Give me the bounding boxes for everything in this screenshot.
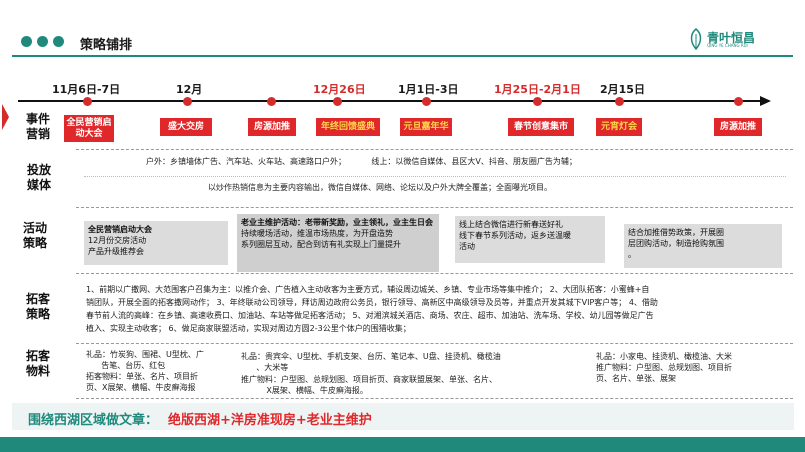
timeline-tick-8 bbox=[734, 97, 743, 106]
expansion-line-1: 1、前期以广撒网、大范围客户召集为主：以推介会、广告植入主动收客为主要方式，辅设… bbox=[86, 285, 650, 294]
summary-prefix: 围绕西湖区域做文章： bbox=[28, 413, 159, 428]
footer-bar bbox=[0, 437, 805, 452]
row-label-media: 投放媒体 bbox=[26, 163, 51, 192]
date-jan25: 1月25日-2月1日 bbox=[494, 83, 581, 96]
activity-box-spring-line-2: 线下春节系列活动，返乡送温暖 bbox=[459, 231, 571, 240]
expansion-line-2: 销团队，开展全面的拓客撒网动作； 3、年终联动公司领导，拜访周边政府公务员，银行… bbox=[86, 298, 658, 307]
divider-3 bbox=[76, 273, 793, 274]
activity-box-owner-title: 老业主维护活动：老带新奖励，业主领礼，业主生日会 bbox=[241, 218, 433, 227]
date-dec: 12月 bbox=[176, 83, 203, 96]
media-line-divider bbox=[84, 176, 786, 177]
summary-highlight: 绝版西湖+洋房准现房+老业主维护 bbox=[168, 413, 372, 428]
summary-banner: 围绕西湖区域做文章： 绝版西湖+洋房准现房+老业主维护 bbox=[12, 403, 794, 430]
row-label-activity: 活动策略 bbox=[22, 221, 47, 250]
date-feb15: 2月15日 bbox=[600, 83, 645, 96]
timeline-tick-6 bbox=[533, 97, 542, 106]
timeline-tick-5 bbox=[422, 97, 431, 106]
materials-col-1-line-1: 礼品：竹炭狗、围裙、U型枕、广 bbox=[86, 350, 204, 359]
activity-box-launch-title: 全民营销启动大会 bbox=[88, 225, 152, 234]
event-launch-meeting: 全民营销启动大会 bbox=[64, 115, 114, 142]
divider-4 bbox=[76, 343, 793, 344]
date-nov: 11月6日-7日 bbox=[52, 83, 121, 96]
date-jan1: 1月1日-3日 bbox=[398, 83, 459, 96]
divider-1 bbox=[76, 149, 793, 150]
activity-box-owner-line-1: 持续暖场活动，维温市场热度，为开盘造势 bbox=[241, 229, 393, 238]
timeline-tick-2 bbox=[183, 97, 192, 106]
row-label-materials: 拓客物料 bbox=[25, 349, 50, 378]
chevron-right-icon bbox=[2, 104, 9, 130]
timeline-tick-4 bbox=[333, 97, 342, 106]
activity-box-group-buy: 结合加推借势政策，开展圈 层团购活动，制造抢购氛围 。 bbox=[624, 224, 782, 268]
media-line-1: 户外：乡镇墙体广告、汽车站、火车站、高速路口户外； 线上：以微信自媒体、县区大V… bbox=[146, 157, 577, 166]
media-line-2: 以炒作热销信息为主要内容输出，微信自媒体、网络、论坛以及户外大牌全覆盖；全面曝光… bbox=[208, 183, 552, 192]
materials-col-2-line-1: 礼品：贵宾伞、U型枕、手机支架、台历、笔记本、U盘、挂烫机、橄榄油 bbox=[241, 352, 501, 361]
materials-col-2-line-2: 、大米等 bbox=[241, 363, 289, 372]
materials-col-3-line-3: 页、名片、单张、展架 bbox=[596, 374, 676, 383]
timeline-axis bbox=[18, 100, 762, 102]
activity-box-group-buy-line-3: 。 bbox=[628, 250, 636, 259]
row-label-expansion: 拓客策略 bbox=[25, 292, 50, 321]
header-dot-3 bbox=[53, 36, 64, 47]
leaf-icon bbox=[690, 28, 702, 50]
logo: 青叶恒昌 QING YE CHANG RUI bbox=[688, 26, 798, 52]
expansion-line-3: 春节前人流的高峰：在乡镇、高速收费口、加油站、车站等做足拓客活动； 5、对湘滨城… bbox=[86, 311, 654, 320]
timeline-tick-3 bbox=[267, 97, 276, 106]
activity-box-spring: 线上结合微信进行新春送好礼 线下春节系列活动，返乡送温暖 活动 bbox=[455, 216, 605, 263]
activity-box-launch: 全民营销启动大会 12月份交房活动 产品升级推荐会 bbox=[84, 221, 228, 265]
page-title: 策略铺排 bbox=[80, 38, 133, 53]
event-lantern: 元宵灯会 bbox=[596, 118, 642, 136]
activity-box-launch-line-2: 产品升级推荐会 bbox=[88, 247, 144, 256]
header-dot-2 bbox=[37, 36, 48, 47]
activity-box-owner: 老业主维护活动：老带新奖励，业主领礼，业主生日会 持续暖场活动，维温市场热度，为… bbox=[237, 214, 439, 272]
row-label-event-marketing: 事件营销 bbox=[25, 112, 50, 141]
activity-box-spring-line-1: 线上结合微信进行新春送好礼 bbox=[459, 220, 563, 229]
timeline-tick-1 bbox=[83, 97, 92, 106]
event-handover: 盛大交房 bbox=[160, 118, 212, 136]
header-divider bbox=[12, 55, 793, 57]
materials-col-1-line-4: 页、X展架、横幅、牛皮癣海报 bbox=[86, 383, 196, 392]
event-spring-market: 春节创意集市 bbox=[508, 118, 574, 136]
date-dec26: 12月26日 bbox=[313, 83, 366, 96]
materials-col-2-line-4: X展架、横幅、牛皮癣海报。 bbox=[241, 386, 368, 395]
materials-col-3-line-1: 礼品：小家电、挂烫机、橄榄油、大米 bbox=[596, 352, 732, 361]
arrow-right-icon bbox=[760, 96, 771, 106]
event-year-end: 年终回馈盛典 bbox=[316, 118, 380, 136]
activity-box-group-buy-line-1: 结合加推借势政策，开展圈 bbox=[628, 228, 724, 237]
event-release-2: 房源加推 bbox=[714, 118, 762, 136]
activity-box-spring-line-3: 活动 bbox=[459, 242, 475, 251]
activity-box-owner-line-2: 系列圈层互动，配合到访有礼实现上门量提升 bbox=[241, 240, 401, 249]
timeline-tick-7 bbox=[615, 97, 624, 106]
materials-col-1-line-3: 拓客物料：单张、名片、项目折 bbox=[86, 372, 198, 381]
materials-col-3-line-2: 推广物料：户型图、总规划图、项目折 bbox=[596, 363, 732, 372]
divider-5 bbox=[76, 398, 793, 399]
event-release-1: 房源加推 bbox=[248, 118, 296, 136]
expansion-line-4: 植入、实现主动收客； 6、做足商家联盟活动，实现对周边方圆2-3公里个体户的围猎… bbox=[86, 324, 411, 333]
materials-col-1-line-2: 告笔、台历、红包 bbox=[86, 361, 166, 370]
divider-2 bbox=[76, 207, 793, 208]
materials-col-2-line-3: 推广物料：户型图、总规划图、项目折页、商家联盟展架、单张、名片、 bbox=[241, 375, 497, 384]
header-dot-1 bbox=[21, 36, 32, 47]
event-new-year: 元旦嘉年华 bbox=[400, 118, 452, 136]
activity-box-launch-line-1: 12月份交房活动 bbox=[88, 236, 147, 245]
activity-box-group-buy-line-2: 层团购活动，制造抢购氛围 bbox=[628, 239, 724, 248]
logo-subtitle: QING YE CHANG RUI bbox=[707, 43, 748, 48]
